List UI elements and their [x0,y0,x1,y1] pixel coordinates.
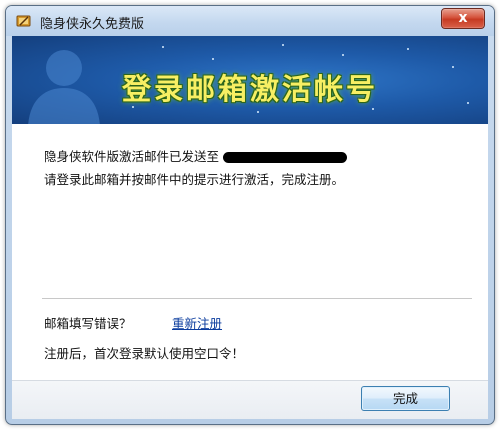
close-icon: x [458,10,468,26]
done-button[interactable]: 完成 [361,386,450,411]
email-error-label: 邮箱填写错误？ [44,316,132,331]
app-icon [16,15,31,27]
content-panel: 隐身侠软件版激活邮件已发送至 请登录此邮箱并按邮件中的提示进行激活，完成注册。 … [12,124,488,380]
reregister-link[interactable]: 重新注册 [172,313,222,332]
sent-message-text: 隐身侠软件版激活邮件已发送至 [44,149,220,164]
activation-dialog: 隐身侠永久免费版 x 登录邮箱激活帐号 隐身侠软件版激活邮件已发送至 请登录此邮… [5,5,495,425]
dialog-footer: 完成 [12,380,488,419]
close-button[interactable]: x [441,8,485,29]
sent-message: 隐身侠软件版激活邮件已发送至 [44,146,348,165]
redacted-email [223,152,348,163]
empty-password-note: 注册后，首次登录默认使用空口令！ [44,346,245,361]
instruction-message: 请登录此邮箱并按邮件中的提示进行激活，完成注册。 [44,172,345,187]
banner-title: 登录邮箱激活帐号 [121,72,378,106]
window-title: 隐身侠永久免费版 [40,17,145,32]
title-bar[interactable]: 隐身侠永久免费版 x [6,6,494,36]
divider [42,298,472,299]
banner: 登录邮箱激活帐号 [12,36,488,124]
